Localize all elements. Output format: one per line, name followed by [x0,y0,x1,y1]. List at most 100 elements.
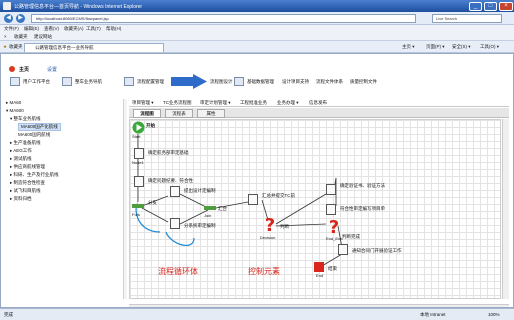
linkbar-suggested[interactable]: 建议网站 [34,34,52,40]
tree-item-test[interactable]: ▸ 测试航线 [10,156,32,162]
doc-node-notify[interactable] [338,244,348,255]
fork-icon[interactable] [132,202,144,210]
tab-flowtable[interactable]: 流程表 [165,109,193,118]
join-icon[interactable] [204,204,216,212]
menu-info-publish[interactable]: 信息发布 [309,100,327,106]
tools-tool[interactable]: 工具(O) ▾ [480,44,499,50]
menu-favorites[interactable]: 收藏夹(A) [64,26,84,32]
module-flow-docs[interactable]: 流程文件体系 [313,76,346,88]
menu-project[interactable]: 项目管理 ▾ [132,100,154,106]
doc-node-compliance[interactable] [326,204,336,215]
fork-en-label: Fork [132,212,140,217]
tree-item-ma60[interactable]: ▸ MA60 [6,100,21,106]
main-panel: 项目管理 ▾ TC业务流程图 审定计划管理 ▾ 工程批准业务 业务办理 ▾ 信息… [129,99,509,304]
svg-text:?: ? [329,218,339,236]
start-icon[interactable] [132,121,145,134]
module-icon [62,77,72,87]
settings-link[interactable]: 设置 [47,66,57,73]
search-input[interactable]: Live Search [432,14,502,23]
address-bar: ◀ ▶ http://localhost:8080/ECMS/flowpanel… [0,12,514,25]
linkbar-favorites[interactable]: 收藏夹 [14,34,28,40]
home-link[interactable]: 主页 [19,66,29,73]
annotation-control: 控制元素 [248,267,280,276]
end-label: 结束 [328,266,337,271]
minimize-button[interactable]: _ [469,1,482,11]
step2-label: 确定问题纪要、符合性 [148,178,193,183]
menu-tc-flow[interactable]: TC业务流程图 [163,100,192,106]
notify-step-label: 通知合同门开展验证工作 [352,248,402,253]
end-icon[interactable] [314,262,324,272]
tree-item-flight-test[interactable]: ▸ 试飞科目航线 [10,188,41,194]
tab-flowchart[interactable]: 流程图 [133,109,161,118]
tree-item-research[interactable]: ▸ 科研、生产及行业航线 [10,172,59,178]
tree-item-vehicle-routes[interactable]: ▾ 整车业务航线 [10,116,41,122]
flow-design-arrow-icon[interactable] [171,74,207,89]
pane-splitter[interactable] [123,99,127,299]
tree-item-production-prep[interactable]: ▸ 生产准备航线 [10,140,41,146]
doc-node-sub[interactable] [170,218,180,229]
end-decision-icon[interactable]: ? [326,218,342,236]
doc-node-tc[interactable] [248,194,258,205]
tree-item-ma600-domestic[interactable]: MA600国内航线 [18,132,50,138]
menu-engineering[interactable]: 工程批准业务 [240,100,267,106]
main-top-menu: 项目管理 ▾ TC业务流程图 审定计划管理 ▾ 工程批准业务 业务办理 ▾ 信息… [129,99,509,107]
back-button[interactable]: ◀ [4,14,13,23]
module-quality-docs[interactable]: 质量控制文件 [347,76,380,88]
module-icon [124,77,134,87]
menu-file[interactable]: 文件(F) [4,26,19,32]
tree-item-ma600-domestic-prod[interactable]: MA600国产化航线 [18,123,61,131]
doc-node-design[interactable] [170,186,180,197]
sidebar-tree: ▸ MA60 ▾ MA600 ▾ 整车业务航线 MA600国产化航线 MA600… [6,99,121,299]
menu-help[interactable]: 帮助(H) [106,26,121,32]
compliance-step-label: 符合性审定编写项目单 [340,206,385,211]
menu-bar: 文件(F) 编辑(E) 查看(V) 收藏夹(A) 工具(T) 帮助(H) [0,25,514,33]
tree-item-aeg[interactable]: ▸ AEG工作 [10,148,32,154]
module-base-data[interactable]: 基础数据管理 [231,76,277,88]
module-label: 用户工作平台 [23,79,50,84]
tab-properties[interactable]: 属性 [197,109,225,118]
module-design-support[interactable]: 设计项目支持 [279,76,312,88]
browser-tab[interactable]: 公路管理信息平台—业务导航 [24,43,164,52]
tree-item-archive[interactable]: ▸ 资料归档 [10,196,32,202]
canvas-vertical-scrollbar[interactable] [502,119,509,299]
menu-view[interactable]: 查看(V) [44,26,59,32]
favorites-bar: ★ 收藏夹 公路管理信息平台—业务导航 主页 ▾ 页面(P) ▾ 安全(S) ▾… [0,41,514,53]
page-tool[interactable]: 页面(P) ▾ [426,44,445,50]
tree-item-supplier[interactable]: ▸ 供应商航线管理 [10,164,45,170]
start-en-label: Start [132,134,141,139]
menu-edit[interactable]: 编辑(E) [24,26,39,32]
title-bar: 公路管理信息平台—首页导航 - Windows Internet Explore… [0,0,514,12]
design-step-label: 提出设计定编制 [184,188,216,193]
zoom-level[interactable]: 100% [488,312,500,317]
forward-button[interactable]: ▶ [16,14,25,23]
favorites-star-icon[interactable]: ★ [3,44,7,50]
maximize-button[interactable]: □ [484,1,497,11]
url-input[interactable]: http://localhost:8080/ECMS/flowpanel.jsp [31,14,416,23]
safety-tool[interactable]: 安全(S) ▾ [452,44,471,50]
zone-text: 本地 Intranet [420,312,446,317]
menu-tools[interactable]: 工具(T) [86,26,101,32]
linkbar-close[interactable]: × [4,34,7,39]
module-flow-config[interactable]: 流程配置管理 [121,76,167,88]
tree-item-ma600[interactable]: ▾ MA600 [6,108,24,114]
module-icon [234,77,244,87]
decision-icon[interactable]: ? [262,216,278,234]
tree-item-conformity[interactable]: ▸ 制造符合性检查 [10,180,45,186]
doc-node-2[interactable] [134,176,144,187]
module-vehicle-nav[interactable]: 整车业务导航 [59,76,105,88]
sub-step-label: 分系统审定编制 [184,223,216,228]
menu-cert-plan[interactable]: 审定计划管理 ▾ [200,100,231,106]
close-button[interactable]: × [499,1,513,11]
module-user-platform[interactable]: 用户工作平台 [7,76,53,88]
status-text: 完成 [4,312,13,317]
menu-business[interactable]: 业务办理 ▾ [277,100,299,106]
page-content: 主页 设置 用户工作平台 整车业务导航 流程配置管理 流程图设计 基础数据管理 … [0,53,514,308]
doc-node-1[interactable] [134,148,144,159]
browser-window: 公路管理信息平台—首页导航 - Windows Internet Explore… [0,0,514,320]
doc-node-verify[interactable] [326,184,336,195]
favorites-label[interactable]: 收藏夹 [9,44,23,50]
home-tool[interactable]: 主页 ▾ [402,44,415,50]
main-tabs: 流程图 流程表 属性 [129,108,509,118]
verify-step-label: 确定验证书、验证方法 [340,183,385,188]
flow-canvas[interactable]: 开始 Start 确定航务部审定基础 Node1 确定问题纪要、符合性 分支 F… [129,119,501,299]
